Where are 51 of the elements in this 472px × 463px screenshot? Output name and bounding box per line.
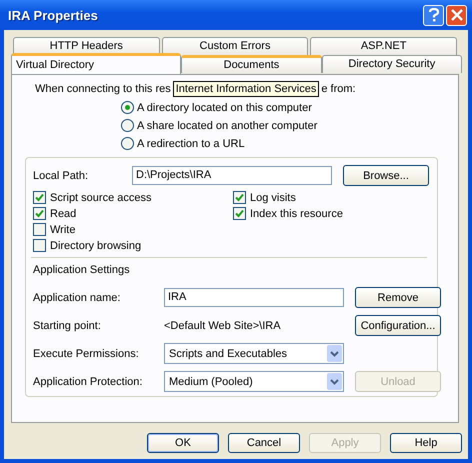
field-label: Local Path: xyxy=(33,170,90,182)
close-icon xyxy=(450,9,462,21)
field-label: Application Protection: xyxy=(33,376,144,388)
checkbox[interactable] xyxy=(33,207,46,220)
checkbox[interactable] xyxy=(33,239,46,252)
checkbox[interactable] xyxy=(33,191,46,204)
radio-label: A directory located on this computer xyxy=(137,102,312,114)
tab[interactable]: Virtual Directory xyxy=(11,53,182,74)
radio-label: A share located on another computer xyxy=(137,120,318,132)
dropdown[interactable]: Scripts and Executables xyxy=(164,343,344,364)
radio-label: A redirection to a URL xyxy=(137,138,245,150)
field-value: <Default Web Site>\IRA xyxy=(164,320,282,332)
field-label: Execute Permissions: xyxy=(33,348,140,360)
checkbox[interactable] xyxy=(233,191,246,204)
field-label: Starting point: xyxy=(33,320,102,332)
radio-button[interactable] xyxy=(121,137,134,150)
help-button[interactable] xyxy=(423,4,444,26)
question-mark-icon xyxy=(428,8,440,22)
tooltip: Internet Information Services xyxy=(172,81,320,97)
heading-text: e from: xyxy=(321,83,356,95)
checkbox-label: Log visits xyxy=(250,192,296,204)
tab[interactable]: Custom Errors xyxy=(162,37,308,55)
section-title: Application Settings xyxy=(33,264,131,276)
checkbox[interactable] xyxy=(33,223,46,236)
radio-option[interactable]: A directory located on this computer xyxy=(121,101,458,114)
heading-text: When connecting to this res xyxy=(35,83,171,95)
close-button[interactable] xyxy=(446,4,467,26)
checkbox-label: Read xyxy=(50,208,76,220)
radio-button[interactable] xyxy=(121,101,134,114)
checkbox-label: Write xyxy=(50,224,76,236)
checkbox[interactable] xyxy=(233,207,246,220)
browse-button[interactable]: Browse... xyxy=(343,165,429,186)
action-button[interactable]: Remove xyxy=(355,287,441,308)
checkbox-label: Directory browsing xyxy=(50,240,142,252)
input-field[interactable]: IRA xyxy=(164,288,344,307)
window-title: IRA Properties xyxy=(8,8,98,22)
tab[interactable]: ASP.NET xyxy=(310,37,458,55)
local-path-field[interactable]: D:\Projects\IRA xyxy=(132,166,332,185)
checkbox-label: Index this resource xyxy=(250,208,343,220)
tab[interactable]: Directory Security xyxy=(322,55,462,73)
dropdown[interactable]: Medium (Pooled) xyxy=(164,371,344,392)
radio-option[interactable]: A share located on another computer xyxy=(121,119,458,132)
radio-button[interactable] xyxy=(121,119,134,132)
tab[interactable]: Documents xyxy=(181,55,322,73)
action-button[interactable]: Configuration... xyxy=(355,315,441,336)
dialog-button[interactable]: Cancel xyxy=(228,433,300,453)
checkbox-label: Script source access xyxy=(50,192,152,204)
radio-option[interactable]: A redirection to a URL xyxy=(121,137,458,150)
field-label: Application name: xyxy=(33,292,122,304)
dialog-button[interactable]: OK xyxy=(147,433,219,453)
dialog-button[interactable]: Help xyxy=(390,433,462,453)
